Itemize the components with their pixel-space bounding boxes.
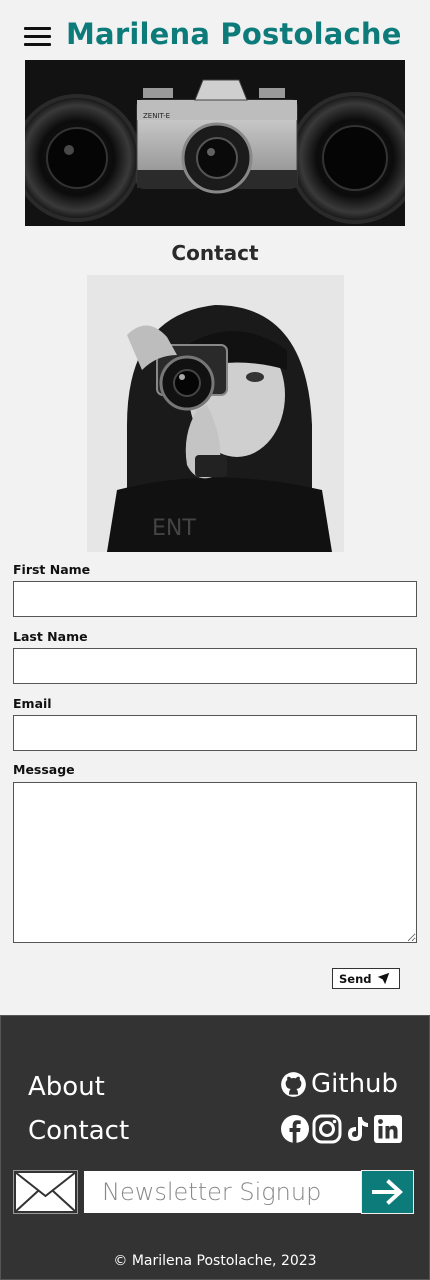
hamburger-line xyxy=(24,35,51,38)
hamburger-line xyxy=(24,43,51,46)
camera-banner-illustration: ZENIT-E xyxy=(25,60,405,226)
github-link[interactable]: Github xyxy=(280,1068,398,1100)
mail-icon xyxy=(13,1170,78,1214)
newsletter-input[interactable] xyxy=(84,1171,361,1213)
message-textarea[interactable] xyxy=(13,782,417,943)
send-button[interactable]: Send xyxy=(332,968,400,989)
github-label: Github xyxy=(311,1069,399,1099)
tiktok-icon[interactable] xyxy=(343,1114,373,1144)
first-name-input[interactable] xyxy=(13,581,417,617)
arrow-right-icon xyxy=(372,1179,403,1205)
last-name-input[interactable] xyxy=(13,648,417,684)
instagram-icon[interactable] xyxy=(312,1114,342,1144)
site-header: Marilena Postolache xyxy=(0,0,430,60)
site-footer xyxy=(0,1015,430,1280)
send-button-label: Send xyxy=(339,971,372,986)
hamburger-line xyxy=(24,27,51,30)
site-title[interactable]: Marilena Postolache xyxy=(66,17,402,51)
footer-link-contact[interactable]: Contact xyxy=(28,1116,129,1146)
envelope-icon xyxy=(14,1171,77,1213)
footer-link-about[interactable]: About xyxy=(28,1072,105,1102)
copyright-text: © Marilena Postolache, 2023 xyxy=(113,1253,317,1269)
first-name-label: First Name xyxy=(13,562,91,577)
email-label: Email xyxy=(13,696,52,711)
message-label: Message xyxy=(13,762,75,777)
page-title: Contact xyxy=(171,241,259,265)
photographer-illustration: ENT xyxy=(87,275,344,552)
banner-image: ZENIT-E xyxy=(25,60,405,226)
github-icon xyxy=(281,1071,306,1097)
last-name-label: Last Name xyxy=(13,629,88,644)
send-arrow-icon xyxy=(377,972,390,985)
portrait-photo: ENT xyxy=(87,275,344,552)
facebook-icon[interactable] xyxy=(280,1114,310,1144)
hamburger-menu-icon[interactable] xyxy=(24,27,51,47)
camera-brand-label: ZENIT-E xyxy=(143,112,170,120)
svg-text:ENT: ENT xyxy=(152,516,196,541)
linkedin-icon[interactable] xyxy=(373,1114,403,1144)
email-input[interactable] xyxy=(13,715,417,751)
newsletter-submit-button[interactable] xyxy=(361,1170,414,1214)
